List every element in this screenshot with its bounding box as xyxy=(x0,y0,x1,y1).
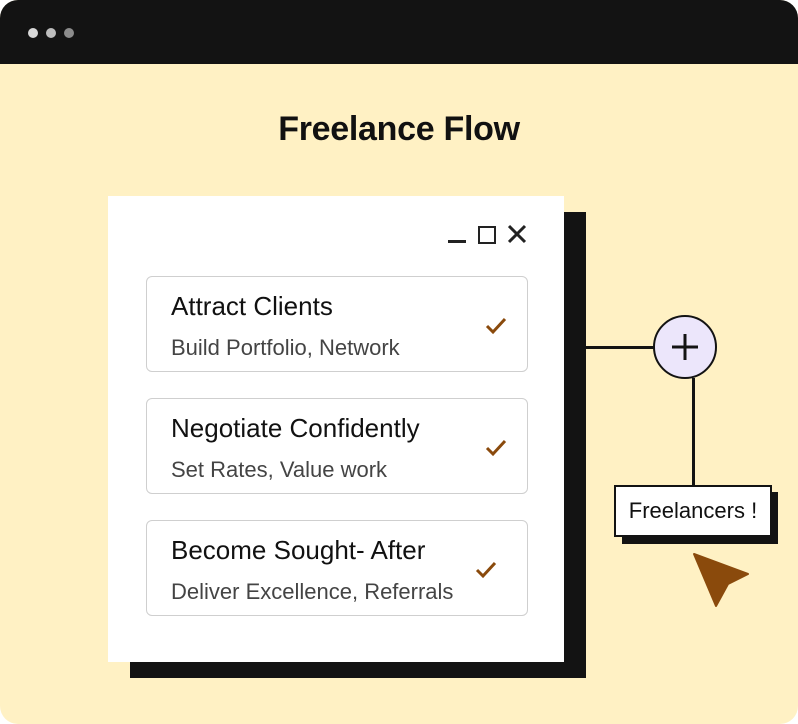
step-card-become-sought-after[interactable]: Become Sought- After Deliver Excellence,… xyxy=(146,520,528,616)
freelancers-label: Freelancers ! xyxy=(614,485,772,537)
card-title: Negotiate Confidently xyxy=(171,413,420,443)
card-title: Become Sought- After xyxy=(171,535,426,565)
window-titlebar xyxy=(0,0,798,64)
add-button[interactable] xyxy=(653,315,717,379)
maximize-icon[interactable] xyxy=(478,226,496,244)
window-dot-3[interactable] xyxy=(64,28,74,38)
connector-line-vertical xyxy=(692,378,695,486)
page-title: Freelance Flow xyxy=(278,110,520,148)
minimize-icon[interactable] xyxy=(448,240,466,243)
plus-icon xyxy=(672,334,698,360)
step-card-negotiate[interactable]: Negotiate Confidently Set Rates, Value w… xyxy=(146,398,528,494)
card-subtitle: Build Portfolio, Network xyxy=(171,335,400,360)
window-dot-1[interactable] xyxy=(28,28,38,38)
checkmark-icon xyxy=(485,317,507,335)
connector-line xyxy=(578,346,654,349)
card-title: Attract Clients xyxy=(171,291,333,321)
cursor-pointer-icon xyxy=(690,552,752,610)
card-subtitle: Set Rates, Value work xyxy=(171,457,388,482)
window-dot-2[interactable] xyxy=(46,28,56,38)
card-subtitle: Deliver Excellence, Referrals xyxy=(171,579,454,604)
app-frame: Freelance Flow Attract Clients Build Por… xyxy=(0,0,798,724)
close-icon[interactable] xyxy=(506,222,528,246)
checkmark-icon xyxy=(485,439,507,457)
checkmark-icon xyxy=(475,561,497,579)
step-card-attract-clients[interactable]: Attract Clients Build Portfolio, Network xyxy=(146,276,528,372)
